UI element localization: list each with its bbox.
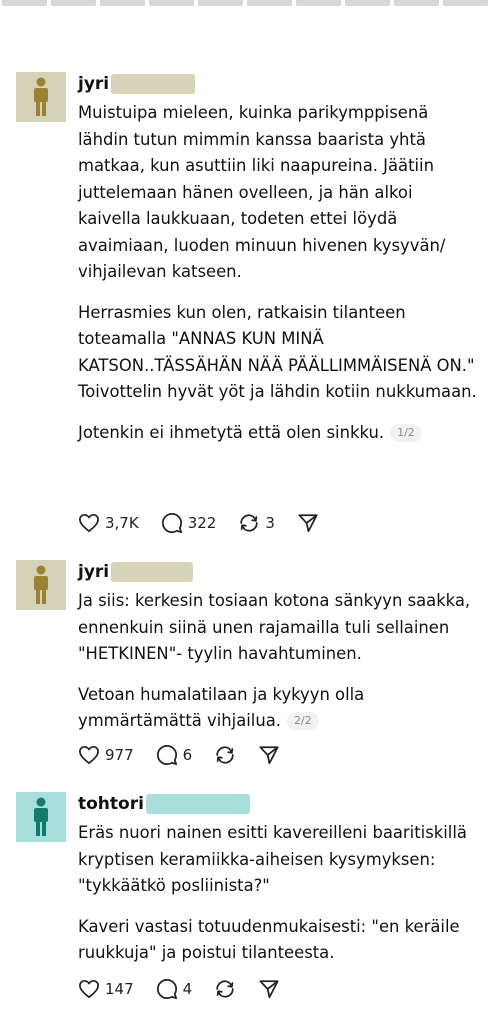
top-divider-strip xyxy=(0,0,490,6)
like-button[interactable]: 147 xyxy=(78,979,134,999)
repost-button[interactable] xyxy=(214,744,236,766)
action-bar: 3,7K 322 3 xyxy=(78,508,341,538)
heart-icon xyxy=(79,745,99,765)
author-name[interactable]: tohtori xyxy=(78,794,144,814)
redacted-username xyxy=(111,74,196,94)
heart-icon xyxy=(79,979,99,999)
repost-button[interactable] xyxy=(214,978,236,1000)
repost-button[interactable]: 3 xyxy=(238,512,275,534)
heart-icon xyxy=(79,513,99,533)
redacted-username xyxy=(111,562,194,582)
reply-button[interactable]: 6 xyxy=(156,744,193,766)
paper-plane-icon xyxy=(259,980,279,999)
reply-count: 322 xyxy=(187,514,217,532)
post-3: tohtori Eräs nuori nainen esitti kaverei… xyxy=(16,792,476,1012)
post-text: Eräs nuori nainen esitti kavereilleni ba… xyxy=(78,823,467,895)
share-button[interactable] xyxy=(297,512,319,534)
speech-bubble-icon xyxy=(156,744,177,766)
thread-pager-badge: 1/2 xyxy=(390,423,422,442)
repost-arrows-icon xyxy=(216,746,234,764)
paper-plane-icon xyxy=(259,746,279,765)
avatar[interactable] xyxy=(16,72,66,122)
author-name[interactable]: jyri xyxy=(78,562,109,582)
share-button[interactable] xyxy=(258,978,280,1000)
speech-bubble-icon xyxy=(161,512,182,534)
avatar[interactable] xyxy=(16,560,66,610)
action-bar: 977 6 xyxy=(78,740,302,770)
repost-arrows-icon xyxy=(216,980,234,998)
like-count: 147 xyxy=(105,980,134,998)
post-2: jyri Ja siis: kerkesin tosiaan kotona sä… xyxy=(16,560,476,780)
post-text: Kaveri vastasi totuudenmukaisesti: "en k… xyxy=(78,916,460,963)
post-text: Jotenkin ei ihmetytä että olen sinkku. xyxy=(78,422,385,442)
post-1: jyri Muistuipa mieleen, kuinka parikympp… xyxy=(16,72,478,542)
redacted-username xyxy=(145,794,250,814)
like-count: 977 xyxy=(105,746,134,764)
person-icon xyxy=(34,797,48,836)
repost-arrows-icon xyxy=(240,514,259,532)
speech-bubble-icon xyxy=(156,978,177,1000)
reply-count: 4 xyxy=(182,980,193,998)
reply-button[interactable]: 4 xyxy=(156,978,193,1000)
reply-count: 6 xyxy=(182,746,193,764)
like-count: 3,7K xyxy=(105,514,139,532)
post-text: Toivottelin hyvät yöt ja lähdin kotiin n… xyxy=(78,382,477,401)
repost-count: 3 xyxy=(265,514,275,532)
author-name[interactable]: jyri xyxy=(78,74,109,94)
thread-pager-badge: 2/2 xyxy=(287,712,319,730)
post-text-last: Jotenkin ei ihmetytä että olen sinkku. 1/… xyxy=(78,420,478,447)
avatar[interactable] xyxy=(16,792,66,842)
share-button[interactable] xyxy=(258,744,280,766)
paper-plane-icon xyxy=(298,514,318,533)
post-text: Herrasmies kun olen, ratkaisin tilanteen… xyxy=(78,302,475,375)
person-icon xyxy=(34,565,48,604)
post-text: Ja siis: kerkesin tosiaan kotona sänkyyn… xyxy=(78,591,471,663)
reply-button[interactable]: 322 xyxy=(161,512,217,534)
post-text: Muistuipa mieleen, kuinka parikymppisenä… xyxy=(78,103,446,281)
post-text: Vetoan humalatilaan ja kykyyn olla ymmär… xyxy=(78,684,365,731)
like-button[interactable]: 3,7K xyxy=(78,513,139,533)
action-bar: 147 4 xyxy=(78,974,302,1004)
like-button[interactable]: 977 xyxy=(78,745,134,765)
post-text-last: Vetoan humalatilaan ja kykyyn olla ymmär… xyxy=(78,682,478,735)
person-icon xyxy=(34,77,48,116)
